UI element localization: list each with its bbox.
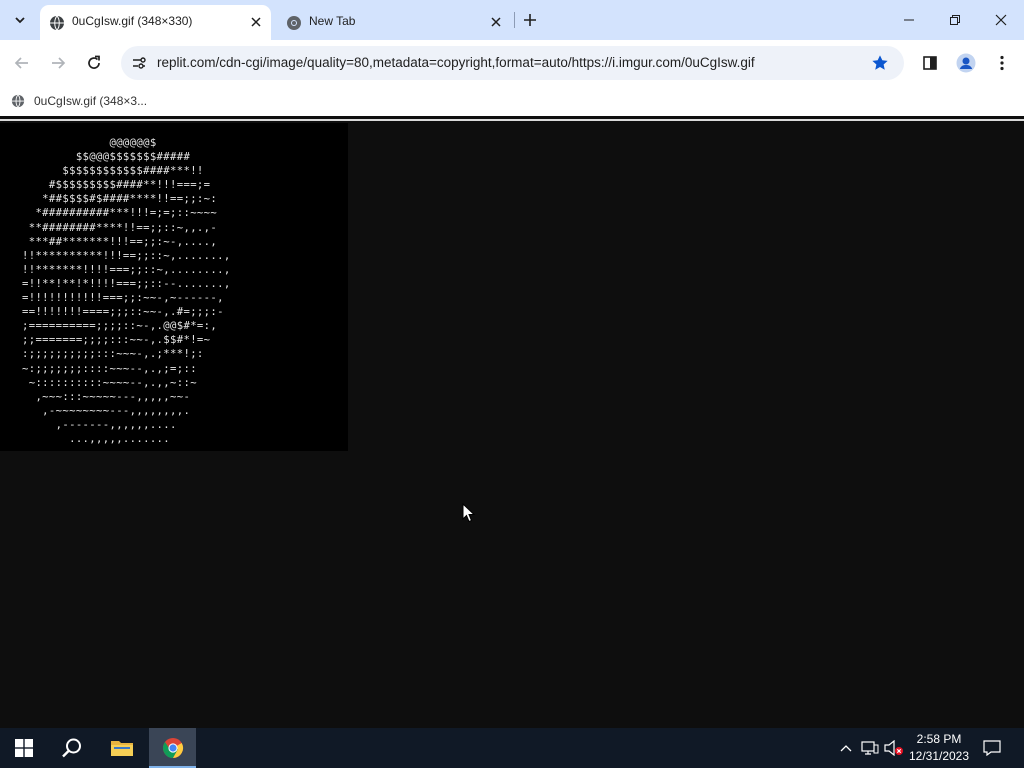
taskbar-search-button[interactable] (48, 728, 96, 768)
close-window-button[interactable] (978, 0, 1024, 40)
mouse-cursor-icon (462, 503, 476, 523)
taskbar: 2:58 PM 12/31/2023 (0, 728, 1024, 768)
volume-button[interactable] (884, 738, 904, 758)
tab-separator (514, 12, 515, 28)
close-icon[interactable] (247, 13, 265, 31)
side-panel-icon (923, 56, 937, 70)
close-icon (995, 14, 1007, 26)
bookmark-star-icon[interactable] (870, 53, 890, 73)
minimize-button[interactable] (886, 0, 932, 40)
close-icon[interactable] (487, 13, 505, 31)
tab-strip: 0uCgIsw.gif (348×330) New Tab (0, 0, 1024, 40)
back-button[interactable] (10, 51, 34, 75)
address-bar[interactable]: replit.com/cdn-cgi/image/quality=80,meta… (121, 46, 904, 80)
network-icon (861, 741, 879, 755)
ascii-art: @@@@@@$ $$@@@$$$$$$$##### $$$$$$$$$$$$##… (22, 137, 231, 445)
chevron-up-icon (840, 745, 852, 752)
kebab-menu-icon (1000, 55, 1004, 71)
bookmarks-bar: 0uCgIsw.gif (348×3... (0, 86, 1024, 116)
start-button[interactable] (0, 728, 48, 768)
taskbar-clock[interactable]: 2:58 PM 12/31/2023 (904, 731, 974, 765)
restore-button[interactable] (932, 0, 978, 40)
search-icon (62, 738, 81, 758)
reload-button[interactable] (82, 51, 106, 75)
globe-icon (10, 93, 26, 109)
clock-date: 12/31/2023 (908, 749, 970, 763)
tab-gif[interactable]: 0uCgIsw.gif (348×330) (40, 5, 271, 40)
tab-title: 0uCgIsw.gif (348×330) (72, 14, 193, 28)
forward-button[interactable] (46, 51, 70, 75)
show-hidden-icons-button[interactable] (836, 738, 856, 758)
notification-icon (983, 740, 1001, 756)
chrome-icon (162, 738, 183, 759)
url-text[interactable]: replit.com/cdn-cgi/image/quality=80,meta… (157, 55, 755, 70)
tab-search-button[interactable] (8, 8, 32, 32)
reload-icon (88, 55, 100, 69)
notifications-button[interactable] (982, 738, 1002, 758)
arrow-left-icon (14, 57, 28, 69)
plus-icon (524, 14, 536, 26)
new-tab-button[interactable] (520, 10, 540, 30)
globe-icon (49, 15, 65, 31)
page-content: @@@@@@$ $$@@@$$$$$$$##### $$$$$$$$$$$$##… (0, 121, 1024, 729)
browser-toolbar: replit.com/cdn-cgi/image/quality=80,meta… (0, 40, 1024, 86)
profile-avatar-icon (956, 53, 976, 73)
windows-logo-icon (15, 739, 33, 757)
chevron-down-icon (15, 17, 25, 24)
taskbar-chrome[interactable] (149, 728, 196, 768)
gif-image[interactable]: @@@@@@$ $$@@@$$$$$$$##### $$$$$$$$$$$$##… (0, 123, 348, 451)
arrow-right-icon (52, 57, 66, 69)
chrome-icon (286, 15, 302, 31)
volume-muted-icon (884, 740, 903, 756)
minimize-icon (904, 19, 914, 21)
tab-new-tab[interactable]: New Tab (277, 5, 511, 40)
side-panel-button[interactable] (918, 51, 942, 75)
site-info-icon[interactable] (127, 51, 151, 75)
taskbar-file-explorer[interactable] (98, 728, 146, 768)
menu-button[interactable] (990, 51, 1014, 75)
network-button[interactable] (860, 738, 880, 758)
profile-button[interactable] (954, 51, 978, 75)
folder-icon (111, 741, 133, 756)
restore-icon (950, 15, 960, 25)
tab-title: New Tab (309, 14, 356, 28)
bookmark-label: 0uCgIsw.gif (348×3... (34, 94, 148, 108)
clock-time: 2:58 PM (916, 732, 962, 746)
bookmark-item[interactable]: 0uCgIsw.gif (348×3... (10, 91, 147, 111)
